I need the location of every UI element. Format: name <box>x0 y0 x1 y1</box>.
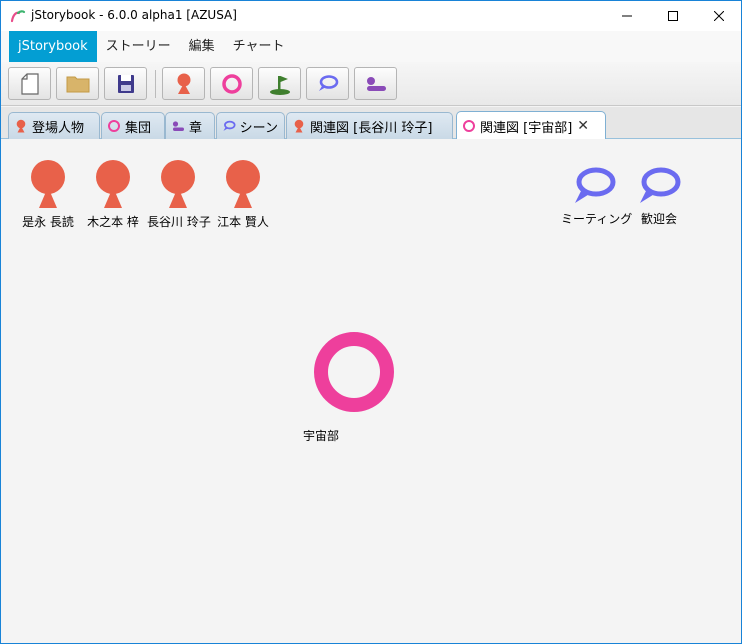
person-icon <box>16 119 26 133</box>
chapter-icon <box>366 76 386 91</box>
person-name: 長谷川 玲子 <box>147 215 211 229</box>
add-place-button[interactable] <box>258 67 301 100</box>
menu-edit[interactable]: 編集 <box>180 31 224 62</box>
add-chapter-button[interactable] <box>354 67 397 100</box>
menu-chart[interactable]: チャート <box>224 31 294 62</box>
tab-label: 集団 <box>125 120 152 136</box>
menu-bar: jStorybook ストーリー 編集 チャート <box>1 31 741 62</box>
relation-chart-canvas: 是永 長読 木之本 梓 長谷川 玲子 江本 賢人 ミーティング 歓迎会 宇宙部 <box>1 139 741 643</box>
group-icon <box>108 120 120 132</box>
person-node[interactable]: 是永 長読 <box>20 160 76 230</box>
menu-story[interactable]: ストーリー <box>97 31 180 62</box>
tab-chapters[interactable]: 章 <box>165 112 215 139</box>
person-icon <box>96 160 130 208</box>
person-name: 木之本 梓 <box>87 215 139 229</box>
tab-label: シーン <box>239 120 278 136</box>
tab-groups[interactable]: 集団 <box>101 112 165 139</box>
minimize-icon <box>622 15 632 17</box>
save-button[interactable] <box>104 67 147 100</box>
group-icon <box>314 332 394 412</box>
scene-icon <box>575 167 616 203</box>
close-window-button[interactable] <box>696 1 742 31</box>
person-node[interactable]: 江本 賢人 <box>215 160 271 230</box>
person-name: 江本 賢人 <box>217 215 269 229</box>
new-file-button[interactable] <box>8 67 51 100</box>
tab-scenes[interactable]: シーン <box>216 112 285 139</box>
chapter-icon <box>172 121 184 131</box>
scene-node[interactable]: ミーティング <box>561 165 633 227</box>
window-title: jStorybook - 6.0.0 alpha1 [AZUSA] <box>31 8 237 22</box>
scene-icon <box>640 167 681 203</box>
tab-label: 章 <box>189 120 203 136</box>
toolbar <box>1 62 741 106</box>
add-person-button[interactable] <box>162 67 205 100</box>
new-file-icon <box>20 72 39 95</box>
title-bar: jStorybook - 6.0.0 alpha1 [AZUSA] <box>1 1 741 31</box>
menu-jstorybook[interactable]: jStorybook <box>9 31 97 62</box>
scene-name: ミーティング <box>561 212 633 226</box>
close-tab-icon[interactable]: ✕ <box>577 118 589 134</box>
tab-label: 関連図 [宇宙部] <box>480 120 573 136</box>
tab-label: 登場人物 <box>32 120 85 136</box>
scene-name: 歓迎会 <box>640 212 677 226</box>
app-window: jStorybook - 6.0.0 alpha1 [AZUSA] jStory… <box>0 0 742 644</box>
place-icon <box>269 75 290 95</box>
add-group-button[interactable] <box>210 67 253 100</box>
tab-relation-person[interactable]: 関連図 [長谷川 玲子] <box>286 112 453 139</box>
person-icon <box>226 160 260 208</box>
toolbar-separator <box>155 70 156 98</box>
scene-icon <box>223 120 236 131</box>
group-icon <box>221 73 242 94</box>
group-name: 宇宙部 <box>303 429 340 443</box>
close-icon <box>714 11 724 21</box>
open-folder-icon <box>66 76 89 92</box>
person-icon <box>177 73 190 94</box>
app-logo-icon <box>10 10 26 23</box>
person-icon <box>161 160 195 208</box>
save-icon <box>117 74 134 93</box>
maximize-button[interactable] <box>650 1 696 31</box>
tab-persons[interactable]: 登場人物 <box>8 112 100 139</box>
group-icon <box>463 120 475 132</box>
person-node[interactable]: 長谷川 玲子 <box>147 160 211 230</box>
tab-bar: 登場人物 集団 章 シーン 関連図 [長谷川 玲子] 関連図 [宇宙部] ✕ <box>1 107 741 140</box>
person-node[interactable]: 木之本 梓 <box>85 160 141 230</box>
open-folder-button[interactable] <box>56 67 99 100</box>
minimize-button[interactable] <box>604 1 650 31</box>
group-node[interactable]: 宇宙部 <box>301 331 397 444</box>
scene-icon <box>318 74 338 91</box>
person-name: 是永 長読 <box>22 215 74 229</box>
person-icon <box>31 160 65 208</box>
person-icon <box>294 119 304 133</box>
tab-relation-group[interactable]: 関連図 [宇宙部] ✕ <box>456 111 606 140</box>
maximize-icon <box>668 11 678 21</box>
scene-node[interactable]: 歓迎会 <box>631 165 687 227</box>
add-scene-button[interactable] <box>306 67 349 100</box>
tab-label: 関連図 [長谷川 玲子] <box>310 120 433 136</box>
